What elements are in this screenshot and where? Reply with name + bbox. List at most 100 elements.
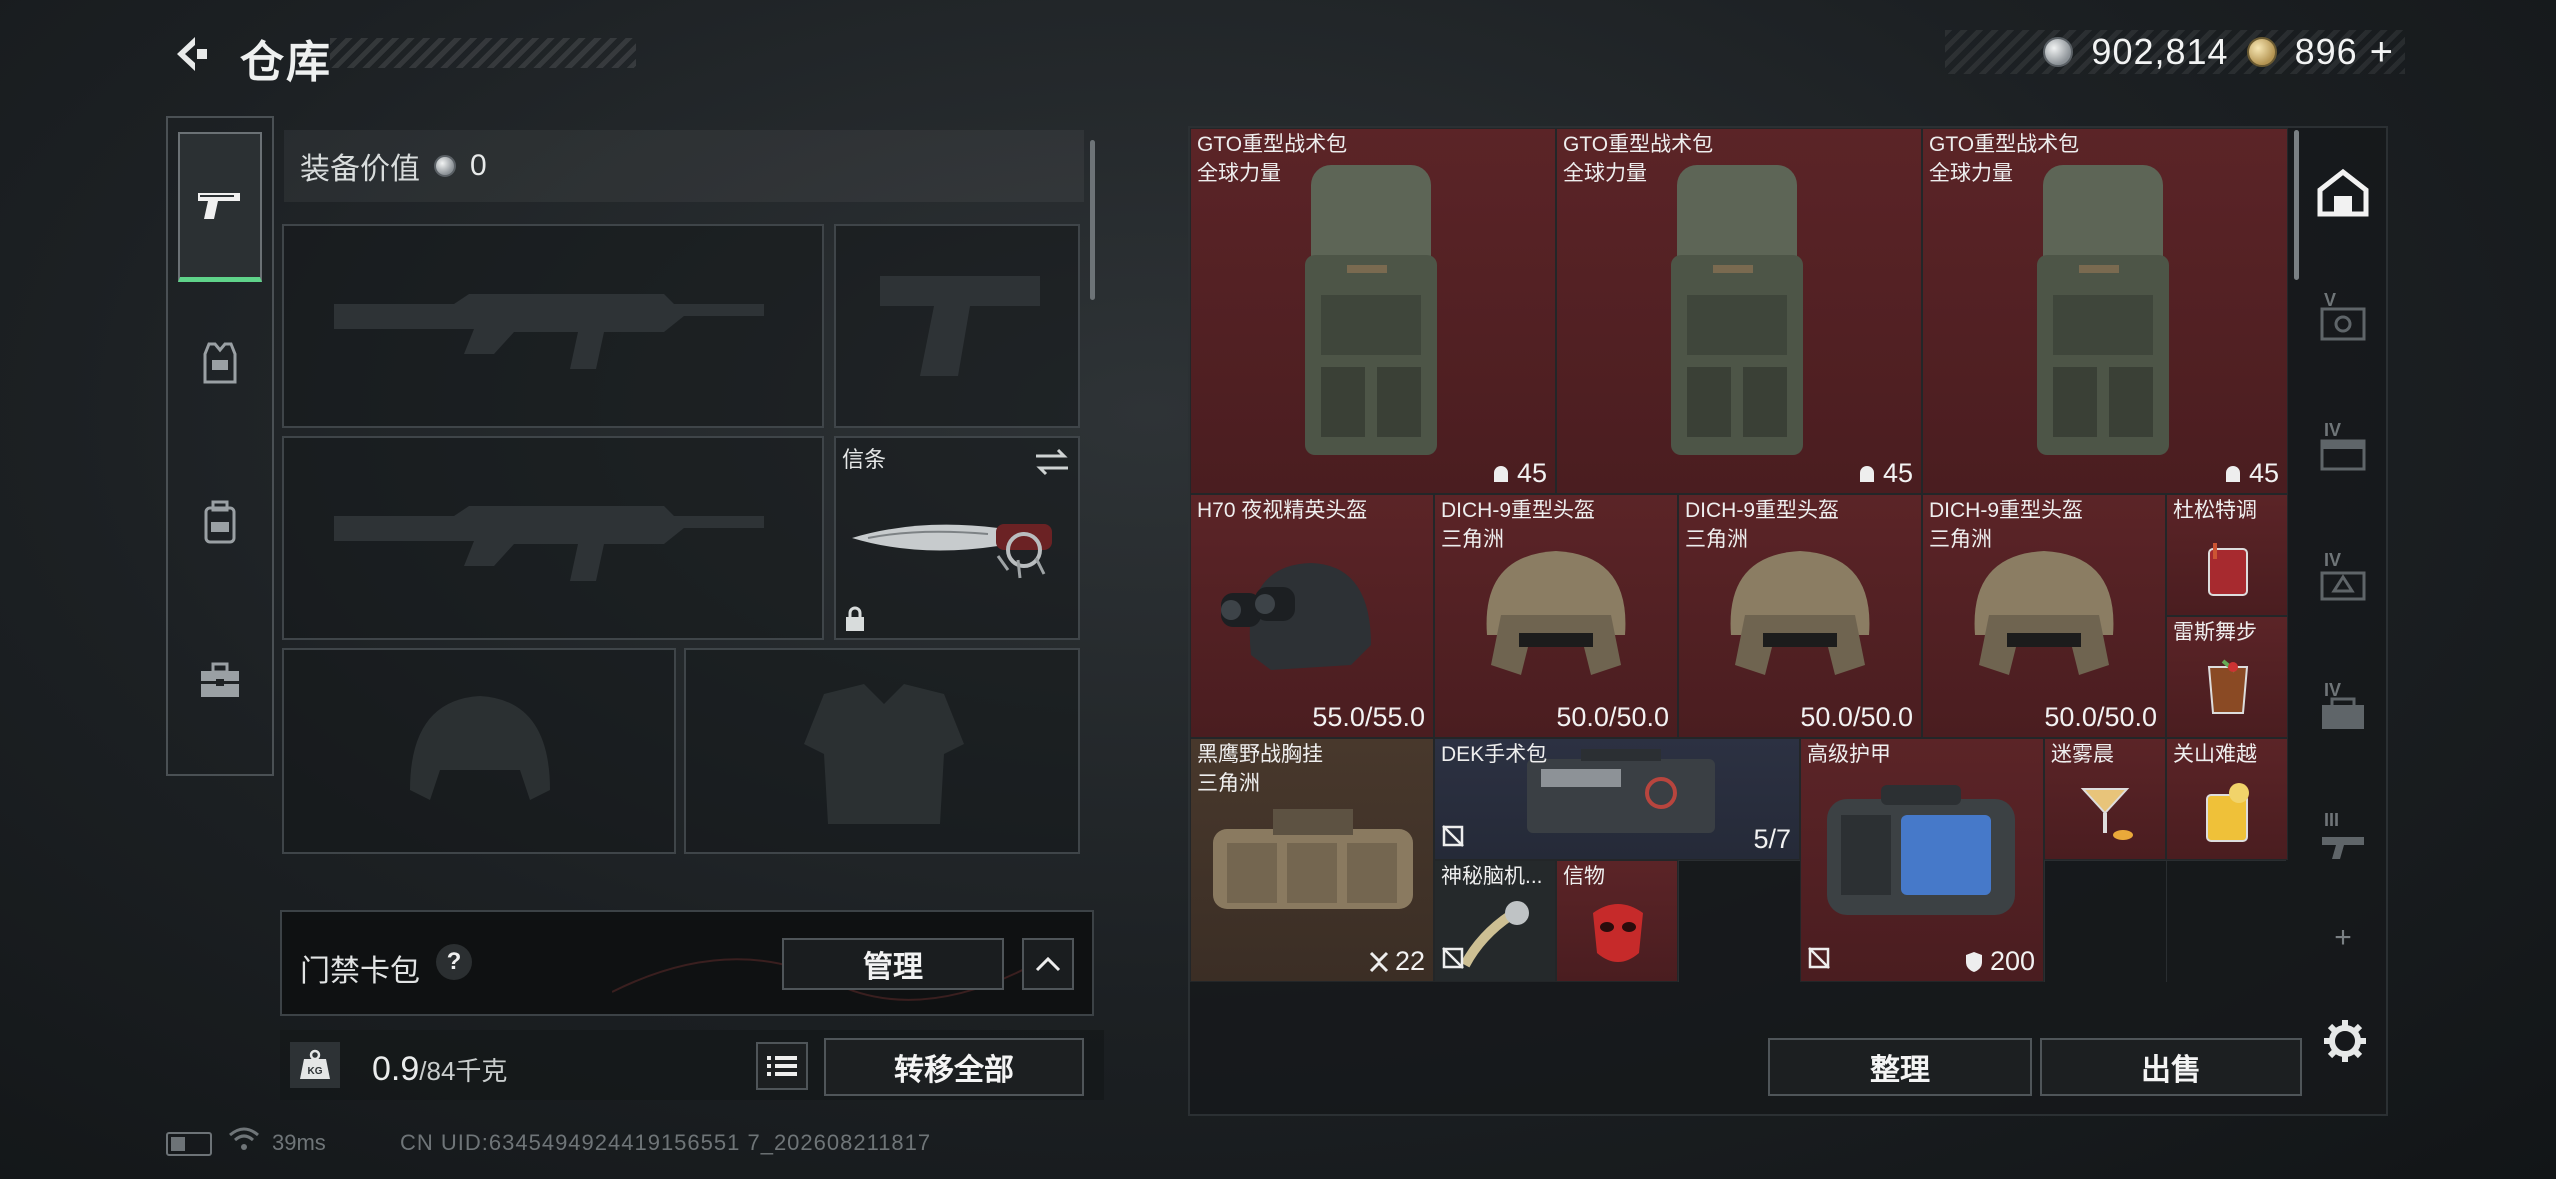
sort-button[interactable]: 整理 bbox=[1768, 1038, 2032, 1096]
equipment-value-label: 装备价值 bbox=[300, 153, 420, 186]
gold-balance: 896 bbox=[2294, 31, 2358, 72]
title-stripe-decoration bbox=[330, 38, 636, 68]
add-currency-button[interactable]: + bbox=[2370, 30, 2393, 75]
item-name: 高级护甲 bbox=[1807, 743, 1891, 766]
category-backpack[interactable] bbox=[178, 448, 262, 598]
armor-silhouette-icon bbox=[804, 684, 964, 824]
item-count-value: 22 bbox=[1394, 946, 1425, 976]
heavy-helmet-item-image bbox=[1486, 551, 1626, 675]
rail-tab-main-storage[interactable] bbox=[2308, 148, 2378, 238]
category-toolbox[interactable] bbox=[178, 606, 262, 756]
capacity-icon bbox=[1369, 951, 1389, 972]
storage-item[interactable]: DICH-9重型头盔 三角洲 50.0/50.0 bbox=[1434, 494, 1678, 738]
storage-item[interactable]: 雷斯舞步 bbox=[2166, 616, 2288, 738]
rail-tier-label: V bbox=[2324, 290, 2337, 310]
item-subtitle: 三角洲 bbox=[1929, 528, 1992, 551]
sell-button[interactable]: 出售 bbox=[2040, 1038, 2302, 1096]
item-name: 迷雾晨 bbox=[2051, 743, 2114, 766]
item-count: 5/7 bbox=[1753, 824, 1791, 854]
nvg-helmet-item-image bbox=[1221, 563, 1371, 670]
item-count-value: 45 bbox=[1516, 458, 1547, 488]
storage-item[interactable]: DEK手术包 5/7 bbox=[1434, 738, 1800, 860]
equipment-value-number: 0 bbox=[470, 149, 487, 182]
rail-tab-iv-medical[interactable]: IV bbox=[2308, 668, 2378, 758]
storage-item[interactable]: 高级护甲 200 bbox=[1800, 738, 2044, 982]
silver-coin-icon bbox=[2043, 37, 2074, 67]
secondary-weapon-slot[interactable] bbox=[282, 436, 824, 640]
collapse-button[interactable] bbox=[1022, 938, 1074, 990]
battery-icon bbox=[166, 1132, 212, 1156]
lock-icon bbox=[846, 606, 864, 631]
toolbox-icon bbox=[201, 662, 239, 697]
helmet-silhouette-icon bbox=[410, 696, 550, 800]
item-count: 50.0/50.0 bbox=[1800, 702, 1913, 732]
storage-item[interactable]: GTO重型战术包 全球力量 45 bbox=[1556, 128, 1922, 494]
ghost-icon bbox=[1859, 465, 1874, 482]
silver-balance: 902,814 bbox=[2091, 31, 2229, 72]
storage-item[interactable]: 信物 bbox=[1556, 860, 1678, 982]
rail-tab-iv-ammo[interactable]: IV bbox=[2308, 538, 2378, 628]
helmet-slot[interactable] bbox=[282, 648, 676, 854]
swap-arrows-icon[interactable] bbox=[1032, 448, 1072, 476]
cocktail-glass-icon bbox=[2208, 543, 2248, 596]
ghost-icon bbox=[2225, 465, 2240, 482]
red-mask-item-image bbox=[1593, 904, 1643, 962]
add-storage-button[interactable]: + bbox=[2308, 918, 2378, 958]
melee-slot-label: 信条 bbox=[842, 447, 887, 472]
item-count: 45 bbox=[1491, 458, 1547, 489]
item-name: GTO重型战术包 bbox=[1197, 133, 1348, 156]
storage-item[interactable]: DICH-9重型头盔 三角洲 50.0/50.0 bbox=[1922, 494, 2166, 738]
category-weapons[interactable] bbox=[178, 132, 262, 282]
sidearm-slot[interactable] bbox=[834, 224, 1080, 428]
rail-tier-label: III bbox=[2324, 810, 2340, 830]
svg-text:KG: KG bbox=[308, 1066, 323, 1077]
rail-tab-iv-crate[interactable]: IV bbox=[2308, 408, 2378, 498]
item-name: H70 夜视精英头盔 bbox=[1197, 499, 1368, 522]
manage-button[interactable]: 管理 bbox=[782, 938, 1004, 990]
chest-rig-item-image bbox=[1213, 809, 1413, 909]
item-subtitle: 三角洲 bbox=[1685, 528, 1748, 551]
knife-icon bbox=[852, 524, 1052, 579]
storage-item[interactable]: 关山难越 bbox=[2166, 738, 2288, 860]
storage-item[interactable]: H70 夜视精英头盔 55.0/55.0 bbox=[1190, 494, 1434, 738]
vest-icon bbox=[203, 342, 237, 384]
storage-item[interactable]: 黑鹰野战胸挂 三角洲 22 bbox=[1190, 738, 1434, 982]
rail-tab-v-safe[interactable]: V bbox=[2308, 278, 2378, 368]
armor-slot[interactable] bbox=[684, 648, 1080, 854]
item-name: DICH-9重型头盔 bbox=[1929, 499, 2084, 522]
keycard-label: 门禁卡包 bbox=[300, 955, 420, 988]
page-title: 仓库 bbox=[240, 38, 332, 87]
transfer-all-button[interactable]: 转移全部 bbox=[824, 1038, 1084, 1096]
item-subtitle: 全球力量 bbox=[1929, 162, 2013, 185]
storage-item[interactable]: 神秘脑机... bbox=[1434, 860, 1556, 982]
backpack-icon bbox=[204, 500, 236, 544]
list-view-button[interactable] bbox=[756, 1042, 808, 1090]
storage-item[interactable]: GTO重型战术包 全球力量 45 bbox=[1190, 128, 1556, 494]
back-arrow-icon[interactable] bbox=[162, 28, 214, 80]
user-uid: CN UID:6345494924419156551 7_20260821181… bbox=[400, 1130, 932, 1155]
storage-item[interactable]: GTO重型战术包 全球力量 45 bbox=[1922, 128, 2288, 494]
loadout-scrollbar[interactable] bbox=[1090, 140, 1095, 300]
item-name: GTO重型战术包 bbox=[1563, 133, 1714, 156]
settings-gear-icon[interactable] bbox=[2320, 1016, 2370, 1066]
category-gear[interactable] bbox=[178, 288, 262, 438]
item-name: 雷斯舞步 bbox=[2173, 621, 2257, 644]
ghost-icon bbox=[1493, 465, 1508, 482]
help-icon[interactable]: ? bbox=[436, 944, 472, 980]
item-subtitle: 全球力量 bbox=[1197, 162, 1281, 185]
cocktail-glass-icon bbox=[2207, 659, 2249, 714]
storage-grid-items: GTO重型战术包 全球力量 45 GTO重型战术包 全球力量 45 GTO重型战… bbox=[1190, 128, 2288, 982]
storage-item[interactable]: 杜松特调 bbox=[2166, 494, 2288, 616]
rail-tab-iii-gun-case[interactable]: III bbox=[2308, 798, 2378, 888]
storage-scrollbar[interactable] bbox=[2294, 130, 2299, 280]
shield-icon bbox=[1965, 951, 1982, 972]
item-count-value: 45 bbox=[1882, 458, 1913, 488]
heavy-helmet-item-image bbox=[1974, 551, 2114, 675]
storage-item[interactable]: DICH-9重型头盔 三角洲 50.0/50.0 bbox=[1678, 494, 1922, 738]
item-count: 22 bbox=[1369, 946, 1425, 977]
weight-max: /84千克 bbox=[419, 1056, 508, 1086]
category-column bbox=[166, 116, 274, 776]
primary-weapon-slot[interactable] bbox=[282, 224, 824, 428]
melee-slot[interactable]: 信条 bbox=[834, 436, 1080, 640]
storage-item[interactable]: 迷雾晨 bbox=[2044, 738, 2166, 860]
